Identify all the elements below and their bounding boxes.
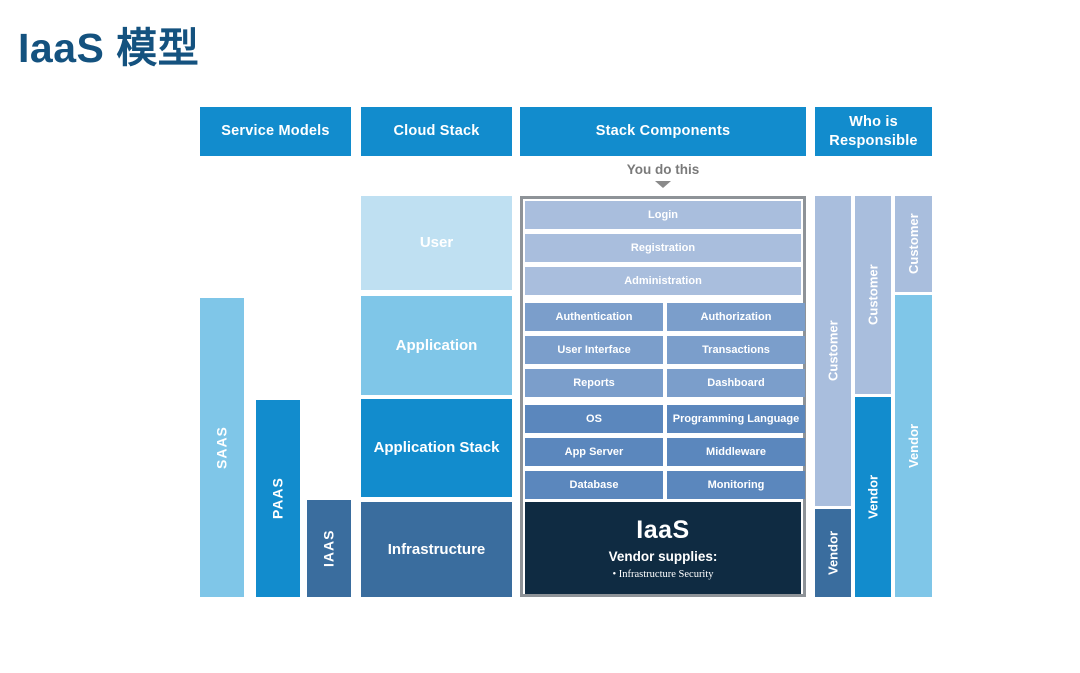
responsibility-paas-customer: Customer (855, 196, 891, 394)
stack-cell-authentication: Authentication (525, 303, 663, 331)
stack-row-login: Login (525, 201, 801, 229)
stack-cell-user-interface: User Interface (525, 336, 663, 364)
stack-row-administration: Administration (525, 267, 801, 295)
responsibility-saas-customer: Customer (815, 196, 851, 506)
header-who-is-responsible: Who is Responsible (815, 107, 932, 156)
stack-row-registration: Registration (525, 234, 801, 262)
cloud-stack-application-stack: Application Stack (361, 399, 512, 497)
iaas-title: IaaS (636, 516, 690, 544)
iaas-subtitle: Vendor supplies: (608, 549, 718, 564)
header-stack-components: Stack Components (520, 107, 806, 156)
stack-cell-database: Database (525, 471, 663, 499)
iaas-item: • Infrastructure Security (612, 569, 714, 580)
stack-cell-app-server: App Server (525, 438, 663, 466)
responsibility-paas-vendor: Vendor (855, 397, 891, 597)
stack-cell-transactions: Transactions (667, 336, 805, 364)
stack-cell-monitoring: Monitoring (667, 471, 805, 499)
stack-cell-middleware: Middleware (667, 438, 805, 466)
service-model-paas: PAAS (256, 400, 300, 597)
stack-cell-authorization: Authorization (667, 303, 805, 331)
header-cloud-stack: Cloud Stack (361, 107, 512, 156)
cloud-stack-application: Application (361, 296, 512, 395)
arrow-down-icon (655, 181, 671, 188)
page-title: IaaS 模型 (18, 25, 200, 71)
stack-cell-programming-language: Programming Language (667, 405, 805, 433)
service-model-iaas: IAAS (307, 500, 351, 597)
service-model-saas: SAAS (200, 298, 244, 597)
stack-cell-os: OS (525, 405, 663, 433)
responsibility-iaas-customer: Customer (895, 196, 932, 292)
stack-cell-dashboard: Dashboard (667, 369, 805, 397)
iaas-summary-box: IaaS Vendor supplies: • Infrastructure S… (525, 502, 801, 594)
header-service-models: Service Models (200, 107, 351, 156)
responsibility-iaas-vendor: Vendor (895, 295, 932, 597)
stack-cell-reports: Reports (525, 369, 663, 397)
you-do-this-label: You do this (626, 162, 700, 177)
cloud-stack-user: User (361, 196, 512, 290)
cloud-stack-infrastructure: Infrastructure (361, 502, 512, 597)
responsibility-saas-vendor: Vendor (815, 509, 851, 597)
stack-components-frame: Login Registration Administration Authen… (520, 196, 806, 597)
